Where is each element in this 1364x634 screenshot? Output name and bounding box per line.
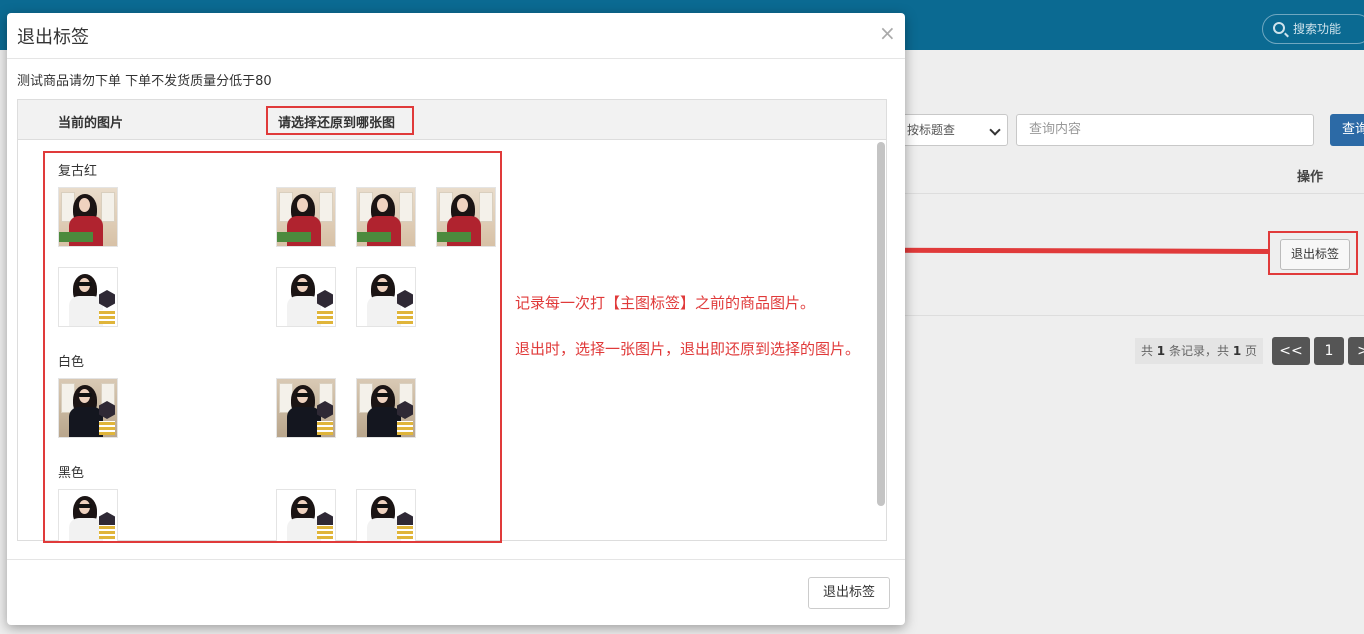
table-header: 操作 xyxy=(905,158,1364,194)
pager-prefix: 共 xyxy=(1140,344,1153,358)
product-image-thumbnail[interactable] xyxy=(436,187,496,247)
close-icon[interactable]: × xyxy=(879,21,896,45)
product-image-thumbnail[interactable] xyxy=(356,489,416,541)
group-label-black: 黑色 xyxy=(58,466,85,481)
product-notice: 测试商品请勿下单 下单不发货质量分低于80 xyxy=(17,74,272,89)
pager-mid: 条记录，共 xyxy=(1168,344,1229,358)
modal-footer: 退出标签 xyxy=(7,559,905,625)
annotation-text-line-2: 退出时，选择一张图片，退出即还原到选择的图片。 xyxy=(515,340,861,358)
query-input[interactable]: 查询内容 xyxy=(1016,114,1314,146)
pager-total-records: 1 xyxy=(1156,344,1166,358)
product-image-thumbnail[interactable] xyxy=(276,489,336,541)
pager-suffix: 页 xyxy=(1245,344,1258,358)
image-selection-panel: 当前的图片 请选择还原到哪张图 复古红 白色 黑色 xyxy=(17,99,887,543)
current-images-header: 当前的图片 xyxy=(58,116,124,131)
filter-select[interactable]: 按标题查 xyxy=(900,114,1008,146)
row-exit-label-button[interactable]: 退出标签 xyxy=(1280,239,1350,270)
group-label-white: 白色 xyxy=(58,355,85,370)
pager-prev-button[interactable]: << xyxy=(1272,337,1310,365)
query-button[interactable]: 查询 xyxy=(1330,114,1364,146)
product-image-thumbnail[interactable] xyxy=(58,187,118,247)
pager-page-button[interactable]: 1 xyxy=(1314,337,1344,365)
product-image-thumbnail[interactable] xyxy=(58,489,118,541)
feature-search-input[interactable]: 搜索功能 xyxy=(1262,14,1364,44)
modal-title: 退出标签 xyxy=(17,27,89,48)
search-icon xyxy=(1273,22,1285,34)
restore-to-header: 请选择还原到哪张图 xyxy=(278,116,396,131)
product-image-thumbnail[interactable] xyxy=(276,187,336,247)
modal-header: 退出标签 × xyxy=(7,13,905,59)
product-image-thumbnail[interactable] xyxy=(356,187,416,247)
feature-search-placeholder: 搜索功能 xyxy=(1293,22,1342,36)
exit-label-modal: 退出标签 × 测试商品请勿下单 下单不发货质量分低于80 当前的图片 请选择还原… xyxy=(7,13,905,625)
pager-next-button[interactable]: > xyxy=(1348,337,1364,365)
pager-summary: 共 1 条记录，共 1 页 xyxy=(1135,338,1263,364)
group-label-retro-red: 复古红 xyxy=(58,164,98,179)
row-divider xyxy=(905,315,1364,316)
product-image-thumbnail[interactable] xyxy=(356,378,416,438)
panel-header: 当前的图片 请选择还原到哪张图 xyxy=(18,100,886,140)
product-image-thumbnail[interactable] xyxy=(276,378,336,438)
product-image-thumbnail[interactable] xyxy=(58,378,118,438)
product-image-thumbnail[interactable] xyxy=(58,267,118,327)
product-image-thumbnail[interactable] xyxy=(356,267,416,327)
product-image-thumbnail[interactable] xyxy=(276,267,336,327)
annotation-text-line-1: 记录每一次打【主图标签】之前的商品图片。 xyxy=(515,294,816,312)
pager-total-pages: 1 xyxy=(1232,344,1242,358)
exit-label-button[interactable]: 退出标签 xyxy=(808,577,890,609)
operations-column-header: 操作 xyxy=(1297,170,1324,185)
panel-scrollbar[interactable] xyxy=(877,142,885,506)
